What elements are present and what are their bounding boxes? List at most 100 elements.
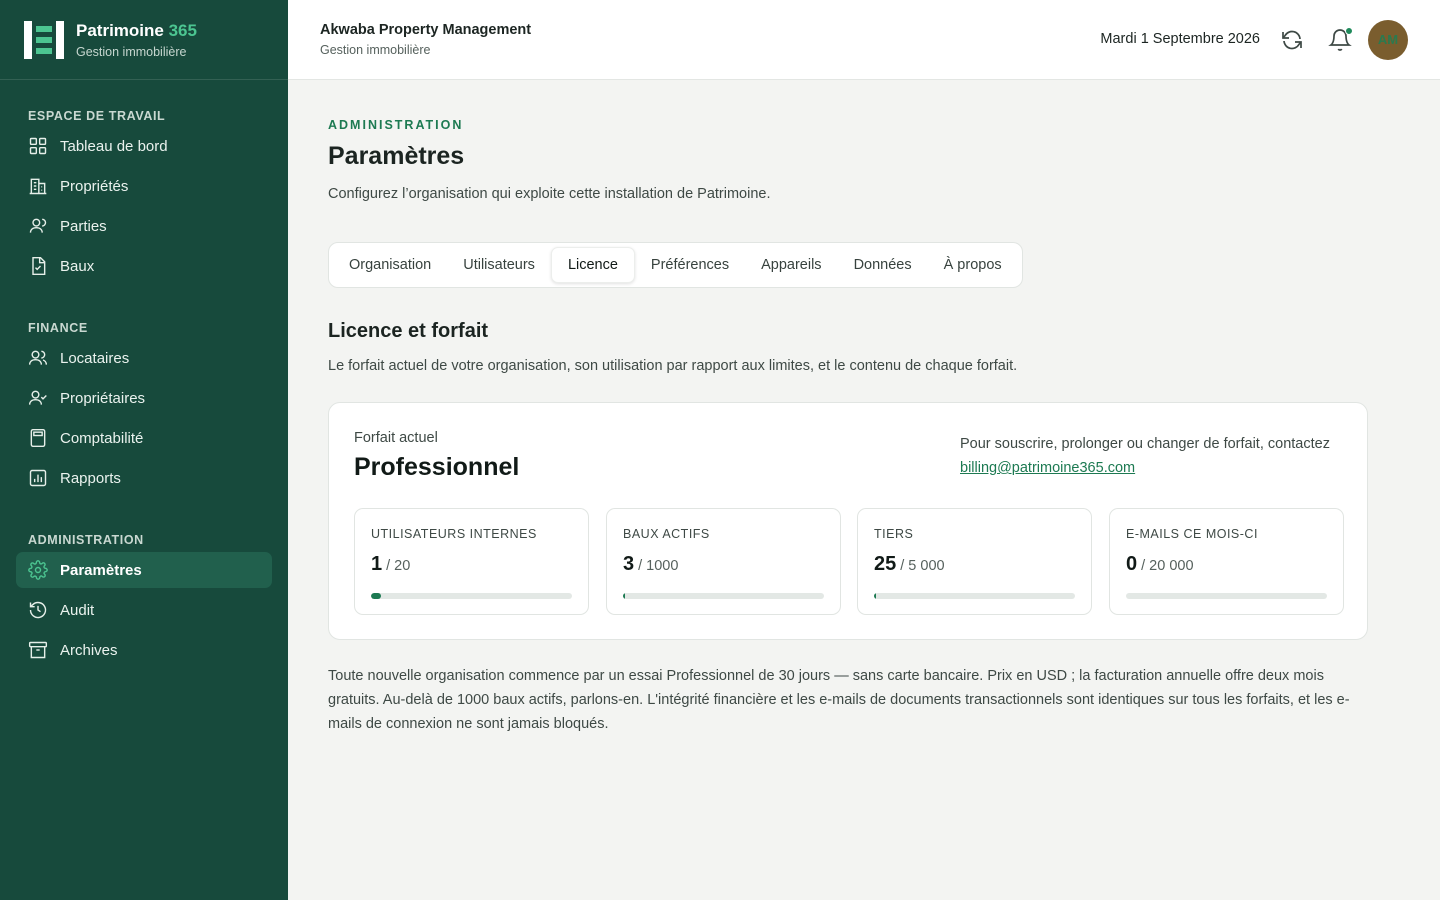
metric-label: TIERS: [874, 527, 914, 541]
metric-label: UTILISATEURS INTERNES: [371, 527, 537, 541]
sidebar-item-owners[interactable]: Propriétaires: [16, 380, 272, 416]
user-icon: [29, 218, 47, 233]
top-bar: Akwaba Property Management Gestion immob…: [288, 0, 1440, 80]
tab-organisation[interactable]: Organisation: [333, 247, 447, 283]
history-icon: [29, 601, 47, 619]
brand-subtitle: Gestion immobilière: [76, 44, 187, 59]
billing-email-link[interactable]: billing@patrimoine365.com: [960, 460, 1135, 476]
progress-bar: [1126, 593, 1327, 599]
sidebar-item-dashboard[interactable]: Tableau de bord: [16, 128, 272, 164]
sidebar-item-properties[interactable]: Propriétés: [16, 168, 272, 204]
tab-preferences[interactable]: Préférences: [635, 247, 745, 283]
brand[interactable]: Patrimoine 365 Gestion immobilière: [0, 0, 288, 80]
sidebar-item-label: Baux: [60, 257, 95, 275]
nav-section-administration: ADMINISTRATION Paramètres Audit Archives: [0, 530, 288, 668]
metric-active-leases: BAUX ACTIFS 3/ 1000: [606, 508, 841, 615]
metric-limit: / 5 000: [900, 558, 945, 574]
document-icon: [32, 256, 46, 276]
tab-data[interactable]: Données: [838, 247, 928, 283]
page-title: Paramètres: [328, 142, 465, 170]
section-description: Le forfait actuel de votre organisation,…: [328, 358, 1018, 374]
progress-bar: [623, 593, 824, 599]
settings-tabs: Organisation Utilisateurs Licence Préfér…: [328, 242, 1023, 288]
current-date: Mardi 1 Septembre 2026: [1100, 31, 1260, 47]
building-icon: [29, 178, 47, 195]
user-check-icon: [28, 390, 47, 405]
metric-value: 1/ 20: [371, 553, 410, 576]
metric-value: 25/ 5 000: [874, 553, 945, 576]
sidebar-item-audit[interactable]: Audit: [16, 592, 272, 628]
sidebar-item-label: Comptabilité: [60, 429, 144, 447]
metric-limit: / 1000: [638, 558, 679, 574]
tab-devices[interactable]: Appareils: [745, 247, 837, 283]
tab-license[interactable]: Licence: [550, 247, 635, 283]
sidebar-item-label: Propriétaires: [60, 389, 146, 407]
sidebar-item-label: Audit: [60, 601, 95, 619]
org-subtitle: Gestion immobilière: [320, 43, 431, 57]
plan-card: Forfait actuel Professionnel Pour souscr…: [328, 402, 1368, 640]
metric-internal-users: UTILISATEURS INTERNES 1/ 20: [354, 508, 589, 615]
metric-current: 0: [1126, 553, 1138, 575]
sidebar-item-archives[interactable]: Archives: [16, 632, 272, 668]
avatar[interactable]: AM: [1368, 20, 1408, 60]
metric-label: BAUX ACTIFS: [623, 527, 710, 541]
nav-section-workspace: ESPACE DE TRAVAIL Tableau de bord Propri…: [0, 106, 288, 284]
notification-dot: [1345, 27, 1353, 35]
brand-name: Patrimoine 365: [76, 21, 197, 41]
metric-value: 0/ 20 000: [1126, 553, 1194, 576]
brand-name-text: Patrimoine: [76, 20, 164, 40]
sidebar-item-label: Parties: [60, 217, 107, 235]
metric-limit: / 20: [386, 558, 411, 574]
sidebar-item-tenants[interactable]: Locataires: [16, 340, 272, 376]
tab-users[interactable]: Utilisateurs: [447, 247, 551, 283]
sidebar-item-accounting[interactable]: Comptabilité: [16, 420, 272, 456]
plan-footnote: Toute nouvelle organisation commence par…: [328, 668, 1350, 732]
sidebar-item-label: Archives: [60, 641, 118, 659]
sidebar-item-parties[interactable]: Parties: [16, 208, 272, 244]
calculator-icon: [30, 428, 46, 448]
contact-text: Pour souscrire, prolonger ou changer de …: [960, 436, 1330, 452]
sidebar-item-label: Tableau de bord: [60, 137, 168, 155]
sidebar: Patrimoine 365 Gestion immobilière ESPAC…: [0, 0, 288, 900]
refresh-icon[interactable]: [1280, 28, 1304, 52]
sidebar-item-label: Paramètres: [60, 561, 142, 579]
nav-section-title: ESPACE DE TRAVAIL: [28, 109, 166, 123]
brand-name-accent: 365: [168, 20, 197, 40]
sidebar-item-label: Propriétés: [60, 177, 129, 195]
sidebar-item-settings[interactable]: Paramètres: [16, 552, 272, 588]
metric-third-parties: TIERS 25/ 5 000: [857, 508, 1092, 615]
metric-current: 3: [623, 553, 635, 575]
page-eyebrow: ADMINISTRATION: [328, 118, 464, 132]
metric-label: E-MAILS CE MOIS-CI: [1126, 527, 1258, 541]
grid-icon: [29, 137, 47, 155]
progress-fill: [623, 593, 626, 599]
org-name: Akwaba Property Management: [320, 22, 532, 38]
plan-label: Forfait actuel: [354, 430, 438, 446]
users-icon: [28, 350, 48, 365]
tab-about[interactable]: À propos: [928, 247, 1018, 283]
gear-icon: [28, 560, 48, 580]
progress-fill: [874, 593, 877, 599]
progress-bar: [874, 593, 1075, 599]
progress-fill: [371, 593, 382, 599]
patrimoine-logo-icon: [24, 20, 64, 59]
metric-current: 1: [371, 553, 383, 575]
sidebar-item-label: Locataires: [60, 349, 130, 367]
metric-limit: / 20 000: [1141, 558, 1194, 574]
nav-section-finance: FINANCE Locataires Propriétaires Comptab…: [0, 318, 288, 496]
sidebar-item-reports[interactable]: Rapports: [16, 460, 272, 496]
archive-icon: [28, 641, 48, 659]
metric-value: 3/ 1000: [623, 553, 678, 576]
nav-section-title: FINANCE: [28, 321, 88, 335]
notifications-button[interactable]: [1328, 27, 1353, 52]
plan-name: Professionnel: [354, 453, 520, 481]
nav-section-title: ADMINISTRATION: [28, 533, 144, 547]
metric-emails-this-month: E-MAILS CE MOIS-CI 0/ 20 000: [1109, 508, 1344, 615]
metric-current: 25: [874, 553, 897, 575]
page-description: Configurez l’organisation qui exploite c…: [328, 186, 771, 202]
section-title: Licence et forfait: [328, 320, 489, 342]
sidebar-item-label: Rapports: [60, 469, 121, 487]
sidebar-item-leases[interactable]: Baux: [16, 248, 272, 284]
progress-bar: [371, 593, 572, 599]
chart-icon: [29, 469, 47, 487]
